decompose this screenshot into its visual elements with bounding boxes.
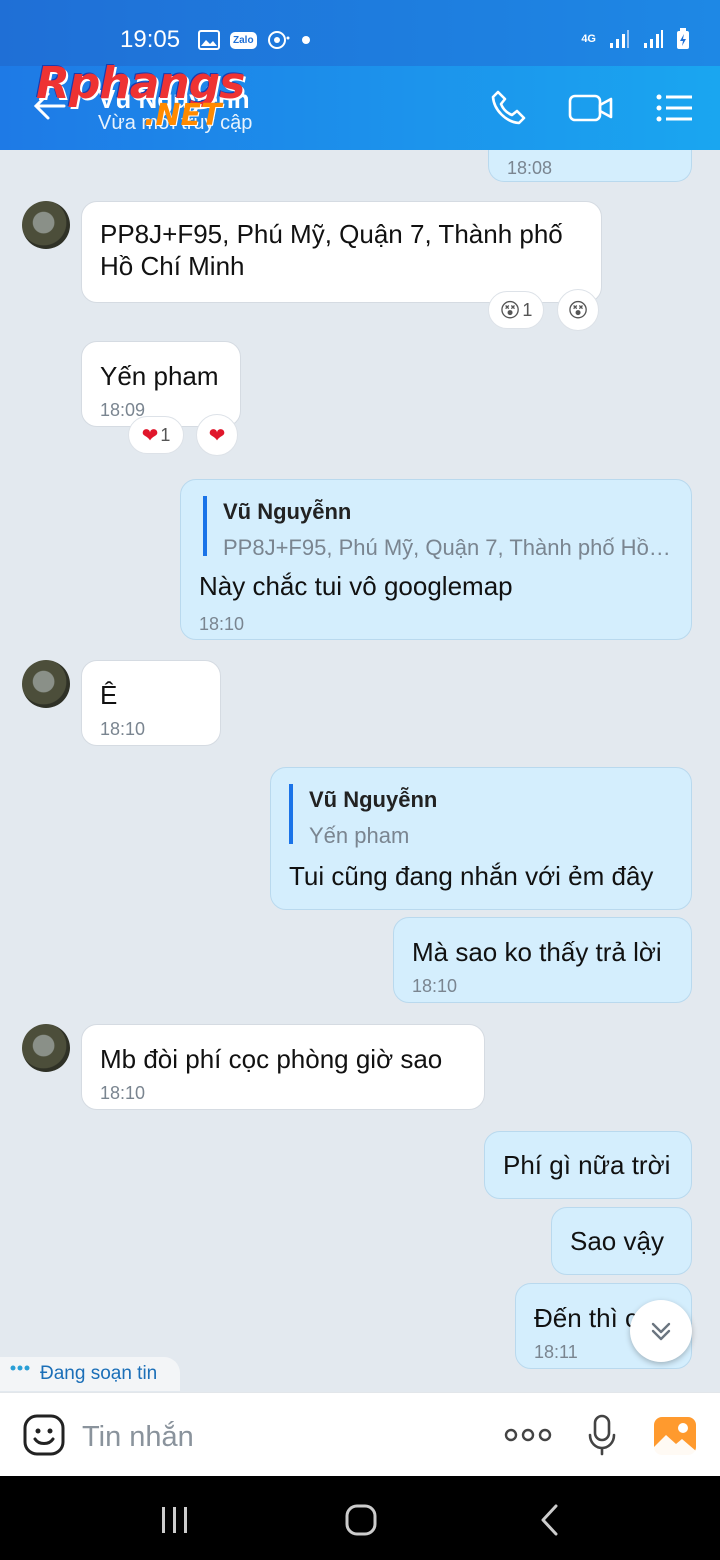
message-text: Này chắc tui vô googlemap [199, 571, 513, 601]
message-text: Mà sao ko thấy trả lời [412, 937, 662, 967]
watermark-suffix: .NET [144, 98, 222, 133]
typing-text: Đang soạn tin [40, 1363, 158, 1384]
dizzy-face-icon: 😵 [499, 299, 521, 322]
home-button-icon[interactable] [344, 1503, 378, 1537]
dizzy-face-icon: 😵 [567, 299, 589, 322]
reaction-summary[interactable]: ❤ 1 [128, 416, 184, 454]
signal-icon [610, 30, 629, 48]
more-options-icon[interactable] [504, 1425, 552, 1445]
message-bubble-outgoing[interactable]: Phí gì nữa trời [484, 1131, 692, 1199]
phone-call-icon[interactable] [488, 88, 528, 128]
image-picker-icon[interactable] [652, 1415, 698, 1457]
message-bubble-outgoing[interactable]: Mà sao ko thấy trả lời 18:10 [393, 917, 692, 1003]
message-time: 18:10 [412, 976, 458, 996]
quoted-text: Yến pham [309, 823, 410, 848]
message-composer: Tin nhắn [0, 1392, 720, 1477]
reaction-summary[interactable]: 😵 1 [488, 291, 544, 329]
message-bubble-outgoing[interactable]: 18:08 [488, 150, 692, 182]
menu-list-icon[interactable] [654, 88, 694, 128]
message-input[interactable]: Tin nhắn [82, 1421, 194, 1454]
heart-icon: ❤ [141, 424, 159, 447]
message-text: Mb đòi phí cọc phòng giờ sao [100, 1044, 443, 1074]
watermark-logo: Rphangs .NET [36, 58, 245, 133]
emoji-sticker-icon[interactable] [22, 1413, 66, 1457]
scroll-to-bottom-button[interactable] [630, 1300, 692, 1362]
avatar[interactable] [22, 660, 70, 708]
notification-icons: Zalo [198, 30, 311, 50]
back-nav-icon[interactable] [538, 1503, 562, 1537]
message-text: Yến pham [100, 361, 219, 391]
message-time: 18:08 [507, 158, 553, 178]
message-text: Tui cũng đang nhắn với ẻm đây [289, 861, 654, 891]
network-type: 4G [581, 33, 596, 45]
message-time: 18:10 [199, 614, 245, 634]
message-time: 18:10 [100, 1083, 146, 1103]
reaction-count: 1 [160, 424, 171, 445]
reaction-count: 1 [522, 299, 533, 320]
signal-icon-2 [644, 30, 663, 48]
typing-dots-icon [10, 1365, 30, 1371]
message-time: 18:10 [100, 719, 146, 739]
message-text: PP8J+F95, Phú Mỹ, Quận 7, Thành phố Hồ C… [100, 219, 563, 281]
quoted-author: Vũ Nguyễnn [223, 499, 352, 524]
quoted-message[interactable]: Vũ Nguyễnn PP8J+F95, Phú Mỹ, Quận 7, Thà… [203, 496, 673, 560]
heart-icon: ❤ [208, 424, 226, 447]
video-call-icon[interactable] [568, 88, 614, 128]
message-bubble-incoming[interactable]: Ê 18:10 [81, 660, 221, 746]
avatar[interactable] [22, 201, 70, 249]
quoted-text: PP8J+F95, Phú Mỹ, Quận 7, Thành phố Hồ… [223, 535, 671, 560]
message-bubble-outgoing[interactable]: Sao vậy [551, 1207, 692, 1275]
chat-bubble-icon [267, 31, 290, 49]
message-bubble-outgoing[interactable]: Vũ Nguyễnn Yến pham Tui cũng đang nhắn v… [270, 767, 692, 910]
dot-icon [301, 36, 310, 44]
message-text: Ê [100, 680, 118, 710]
microphone-icon[interactable] [586, 1413, 618, 1457]
system-navigation-bar [0, 1476, 720, 1560]
message-bubble-incoming[interactable]: PP8J+F95, Phú Mỹ, Quận 7, Thành phố Hồ C… [81, 201, 602, 303]
message-text: Sao vậy [570, 1226, 664, 1256]
status-bar: 19:05 Zalo 4G [0, 0, 720, 66]
avatar[interactable] [22, 1024, 70, 1072]
zalo-badge-icon: Zalo [230, 31, 257, 49]
gallery-icon [198, 30, 220, 50]
add-reaction-button[interactable]: ❤ [196, 414, 238, 456]
add-reaction-button[interactable]: 😵 [557, 289, 599, 331]
system-icons: 4G [581, 28, 690, 50]
message-text: Phí gì nữa trời [503, 1150, 671, 1180]
status-time: 19:05 [120, 26, 181, 53]
message-bubble-incoming[interactable]: Mb đòi phí cọc phòng giờ sao 18:10 [81, 1024, 485, 1110]
quoted-author: Vũ Nguyễnn [309, 787, 438, 812]
recent-apps-icon[interactable] [159, 1504, 191, 1536]
battery-icon [677, 28, 689, 49]
header-actions [488, 88, 694, 128]
message-bubble-outgoing[interactable]: Vũ Nguyễnn PP8J+F95, Phú Mỹ, Quận 7, Thà… [180, 479, 692, 640]
quoted-message[interactable]: Vũ Nguyễnn Yến pham [289, 784, 673, 848]
double-chevron-down-icon [651, 1322, 671, 1341]
typing-indicator: Đang soạn tin [0, 1357, 180, 1391]
